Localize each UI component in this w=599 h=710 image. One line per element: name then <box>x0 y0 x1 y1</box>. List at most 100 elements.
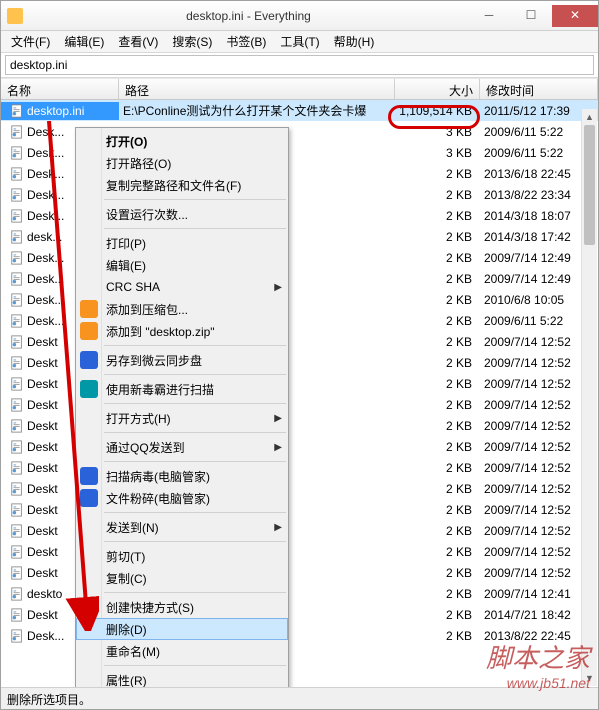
file-size: 2 KB <box>395 165 480 183</box>
file-icon <box>9 356 25 370</box>
file-name: Deskt <box>27 419 58 433</box>
file-name: Desk... <box>27 146 64 160</box>
menu-tools[interactable]: 工具(T) <box>274 31 325 52</box>
maximize-button[interactable]: ☐ <box>510 5 552 27</box>
menu-item[interactable]: 设置运行次数... <box>76 203 288 225</box>
menu-item-label: 打印(P) <box>106 235 146 252</box>
file-name: Deskt <box>27 524 58 538</box>
menu-item[interactable]: 创建快捷方式(S) <box>76 596 288 618</box>
file-icon <box>9 335 25 349</box>
menu-item[interactable]: 打开(O) <box>76 130 288 152</box>
menu-item[interactable]: 重命名(M) <box>76 640 288 662</box>
menu-item[interactable]: 剪切(T) <box>76 545 288 567</box>
menu-item[interactable]: 打印(P) <box>76 232 288 254</box>
search-input[interactable] <box>5 55 594 75</box>
file-size: 2 KB <box>395 627 480 645</box>
menu-file[interactable]: 文件(F) <box>5 31 56 52</box>
table-row[interactable]: desktop.iniE:\PConline测试为什么打开某个文件夹会卡爆1,1… <box>1 100 598 121</box>
menu-edit[interactable]: 编辑(E) <box>58 31 110 52</box>
col-header-size[interactable]: 大小 <box>395 79 480 99</box>
file-name: Deskt <box>27 545 58 559</box>
search-bar <box>1 53 598 78</box>
file-name: Deskt <box>27 608 58 622</box>
file-size: 2 KB <box>395 186 480 204</box>
menu-item-label: 文件粉碎(电脑管家) <box>106 490 210 507</box>
file-name: Desk... <box>27 188 64 202</box>
menu-item-label: 扫描病毒(电脑管家) <box>106 468 210 485</box>
menu-item[interactable]: 添加到压缩包... <box>76 298 288 320</box>
scroll-thumb[interactable] <box>584 125 595 245</box>
scroll-down-icon[interactable]: ▼ <box>582 670 597 686</box>
menu-item[interactable]: 通过QQ发送到▶ <box>76 436 288 458</box>
col-header-name[interactable]: 名称 <box>1 79 119 99</box>
context-menu: 打开(O) 打开路径(O) 复制完整路径和文件名(F) 设置运行次数... 打印(P) 编… <box>75 127 289 694</box>
minimize-button[interactable]: ─ <box>468 5 510 27</box>
menu-item-label: CRC SHA <box>106 280 160 294</box>
file-size: 2 KB <box>395 438 480 456</box>
scrollbar[interactable]: ▲ ▼ <box>581 109 597 686</box>
file-name: Desk... <box>27 272 64 286</box>
file-name: Desk... <box>27 629 64 643</box>
menu-item-label: 编辑(E) <box>106 257 146 274</box>
menu-item-label: 创建快捷方式(S) <box>106 599 194 616</box>
file-size: 2 KB <box>395 480 480 498</box>
file-icon <box>9 230 25 244</box>
menu-item[interactable]: 文件粉碎(电脑管家) <box>76 487 288 509</box>
col-header-path[interactable]: 路径 <box>119 79 395 99</box>
menu-item[interactable]: 复制完整路径和文件名(F) <box>76 174 288 196</box>
menu-item[interactable]: CRC SHA ▶ <box>76 276 288 298</box>
menu-search[interactable]: 搜索(S) <box>166 31 218 52</box>
menu-item[interactable]: 删除(D) <box>76 618 288 640</box>
menu-item[interactable]: 另存到微云同步盘 <box>76 349 288 371</box>
menu-item-label: 设置运行次数... <box>106 206 188 223</box>
file-size: 2 KB <box>395 333 480 351</box>
file-size: 2 KB <box>395 543 480 561</box>
menu-item-icon <box>80 351 98 369</box>
menu-item-label: 删除(D) <box>106 621 147 638</box>
file-size: 2 KB <box>395 564 480 582</box>
file-icon <box>9 461 25 475</box>
file-icon <box>9 293 25 307</box>
menu-item-label: 重命名(M) <box>106 643 160 660</box>
scroll-up-icon[interactable]: ▲ <box>582 109 597 125</box>
menu-item-icon <box>80 380 98 398</box>
menu-item[interactable]: 编辑(E) <box>76 254 288 276</box>
menu-item-label: 添加到压缩包... <box>106 301 188 318</box>
file-size: 1,109,514 KB <box>395 102 480 120</box>
file-name: Deskt <box>27 335 58 349</box>
file-icon <box>9 608 25 622</box>
file-size: 2 KB <box>395 207 480 225</box>
menu-item[interactable]: 扫描病毒(电脑管家) <box>76 465 288 487</box>
file-size: 2 KB <box>395 228 480 246</box>
file-name: Desk... <box>27 251 64 265</box>
file-name: Desk... <box>27 125 64 139</box>
submenu-arrow-icon: ▶ <box>274 282 282 293</box>
file-path: E:\PConline测试为什么打开某个文件夹会卡爆 <box>119 100 395 121</box>
menu-item-label: 剪切(T) <box>106 548 145 565</box>
close-button[interactable]: ✕ <box>552 5 598 27</box>
titlebar: desktop.ini - Everything ─ ☐ ✕ <box>1 1 598 31</box>
file-name: deskto <box>27 587 62 601</box>
menu-bookmark[interactable]: 书签(B) <box>220 31 272 52</box>
file-icon <box>9 587 25 601</box>
menu-item[interactable]: 添加到 "desktop.zip" <box>76 320 288 342</box>
menu-item-label: 添加到 "desktop.zip" <box>106 323 215 340</box>
menu-item[interactable]: 打开方式(H)▶ <box>76 407 288 429</box>
file-icon <box>9 125 25 139</box>
menu-item[interactable]: 打开路径(O) <box>76 152 288 174</box>
file-size: 2 KB <box>395 312 480 330</box>
menu-item-label: 打开(O) <box>106 133 147 150</box>
menu-item-label: 复制完整路径和文件名(F) <box>106 177 241 194</box>
file-icon <box>9 482 25 496</box>
menu-item[interactable]: 发送到(N)▶ <box>76 516 288 538</box>
menu-item-label: 发送到(N) <box>106 519 159 536</box>
menu-view[interactable]: 查看(V) <box>112 31 164 52</box>
menu-item[interactable]: 使用新毒霸进行扫描 <box>76 378 288 400</box>
file-name: Deskt <box>27 398 58 412</box>
col-header-modified[interactable]: 修改时间 <box>480 79 598 99</box>
submenu-arrow-icon: ▶ <box>274 442 282 453</box>
menu-item[interactable]: 复制(C) <box>76 567 288 589</box>
file-icon <box>9 251 25 265</box>
file-size: 2 KB <box>395 417 480 435</box>
menu-help[interactable]: 帮助(H) <box>328 31 381 52</box>
